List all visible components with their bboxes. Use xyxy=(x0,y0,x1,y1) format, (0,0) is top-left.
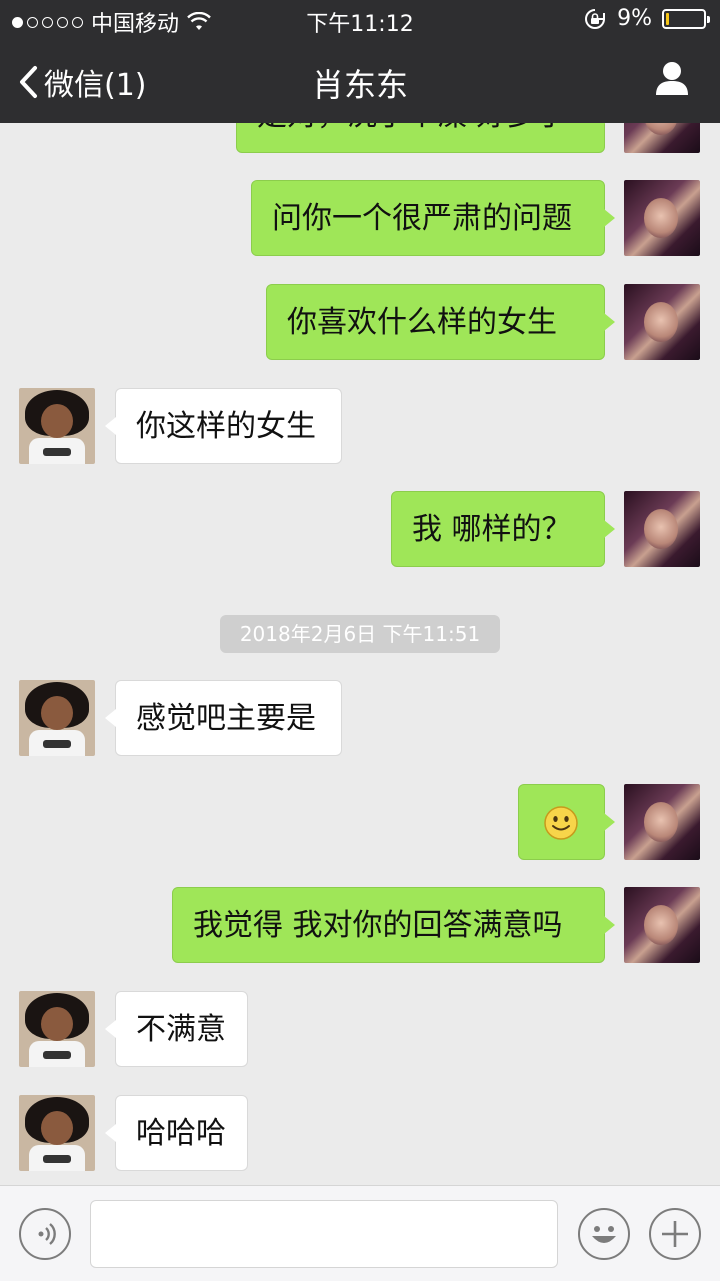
my-avatar[interactable] xyxy=(624,123,700,153)
my-avatar[interactable] xyxy=(624,180,700,256)
plus-button[interactable] xyxy=(649,1208,701,1260)
voice-icon xyxy=(38,1223,56,1245)
message-bubble[interactable]: 我觉得 我对你的回答满意吗 xyxy=(172,887,615,963)
message-bubble[interactable]: 你这样的女生 xyxy=(105,388,342,464)
rotation-lock-icon xyxy=(585,8,606,29)
message-bubble[interactable]: 问你一个很严肃的问题 xyxy=(251,180,615,256)
chat-title: 肖东东 xyxy=(311,66,408,104)
message-bubble[interactable] xyxy=(518,784,615,860)
contact-avatar[interactable] xyxy=(19,680,95,756)
smile-emoji-icon xyxy=(544,806,578,840)
contact-avatar[interactable] xyxy=(19,1095,95,1171)
battery-icon xyxy=(662,8,710,29)
emoji-icon xyxy=(592,1226,616,1243)
status-right: 9% xyxy=(583,6,710,31)
chat-area[interactable]: 是对，洗了个澡 好多了 问你一个很严肃的问题 你喜欢什么样的女生 你这样的女生 … xyxy=(0,123,720,1185)
profile-button[interactable] xyxy=(654,60,690,100)
nav-bar: 微信(1) 肖东东 xyxy=(0,40,720,123)
person-icon xyxy=(656,62,688,95)
contact-avatar[interactable] xyxy=(19,388,95,464)
status-bar: 中国移动 下午11:12 9% xyxy=(0,0,720,40)
battery-percent: 9% xyxy=(617,6,652,31)
message-bubble[interactable]: 哈哈哈 xyxy=(105,1095,248,1171)
timestamp-label: 2018年2月6日 下午11:51 xyxy=(220,615,500,653)
message-bubble[interactable]: 不满意 xyxy=(105,991,248,1067)
message-bubble[interactable]: 感觉吧主要是 xyxy=(105,680,342,756)
voice-button[interactable] xyxy=(19,1208,71,1260)
message-bubble[interactable]: 你喜欢什么样的女生 xyxy=(266,284,615,360)
message-bubble[interactable]: 我 哪样的？ xyxy=(391,491,615,567)
plus-icon xyxy=(662,1221,688,1247)
contact-avatar[interactable] xyxy=(19,991,95,1067)
emoji-button[interactable] xyxy=(578,1208,630,1260)
message-input[interactable] xyxy=(90,1200,558,1268)
input-bar xyxy=(0,1185,720,1281)
my-avatar[interactable] xyxy=(624,887,700,963)
message-bubble[interactable]: 是对，洗了个澡 好多了 xyxy=(236,123,615,153)
my-avatar[interactable] xyxy=(624,284,700,360)
my-avatar[interactable] xyxy=(624,491,700,567)
my-avatar[interactable] xyxy=(624,784,700,860)
